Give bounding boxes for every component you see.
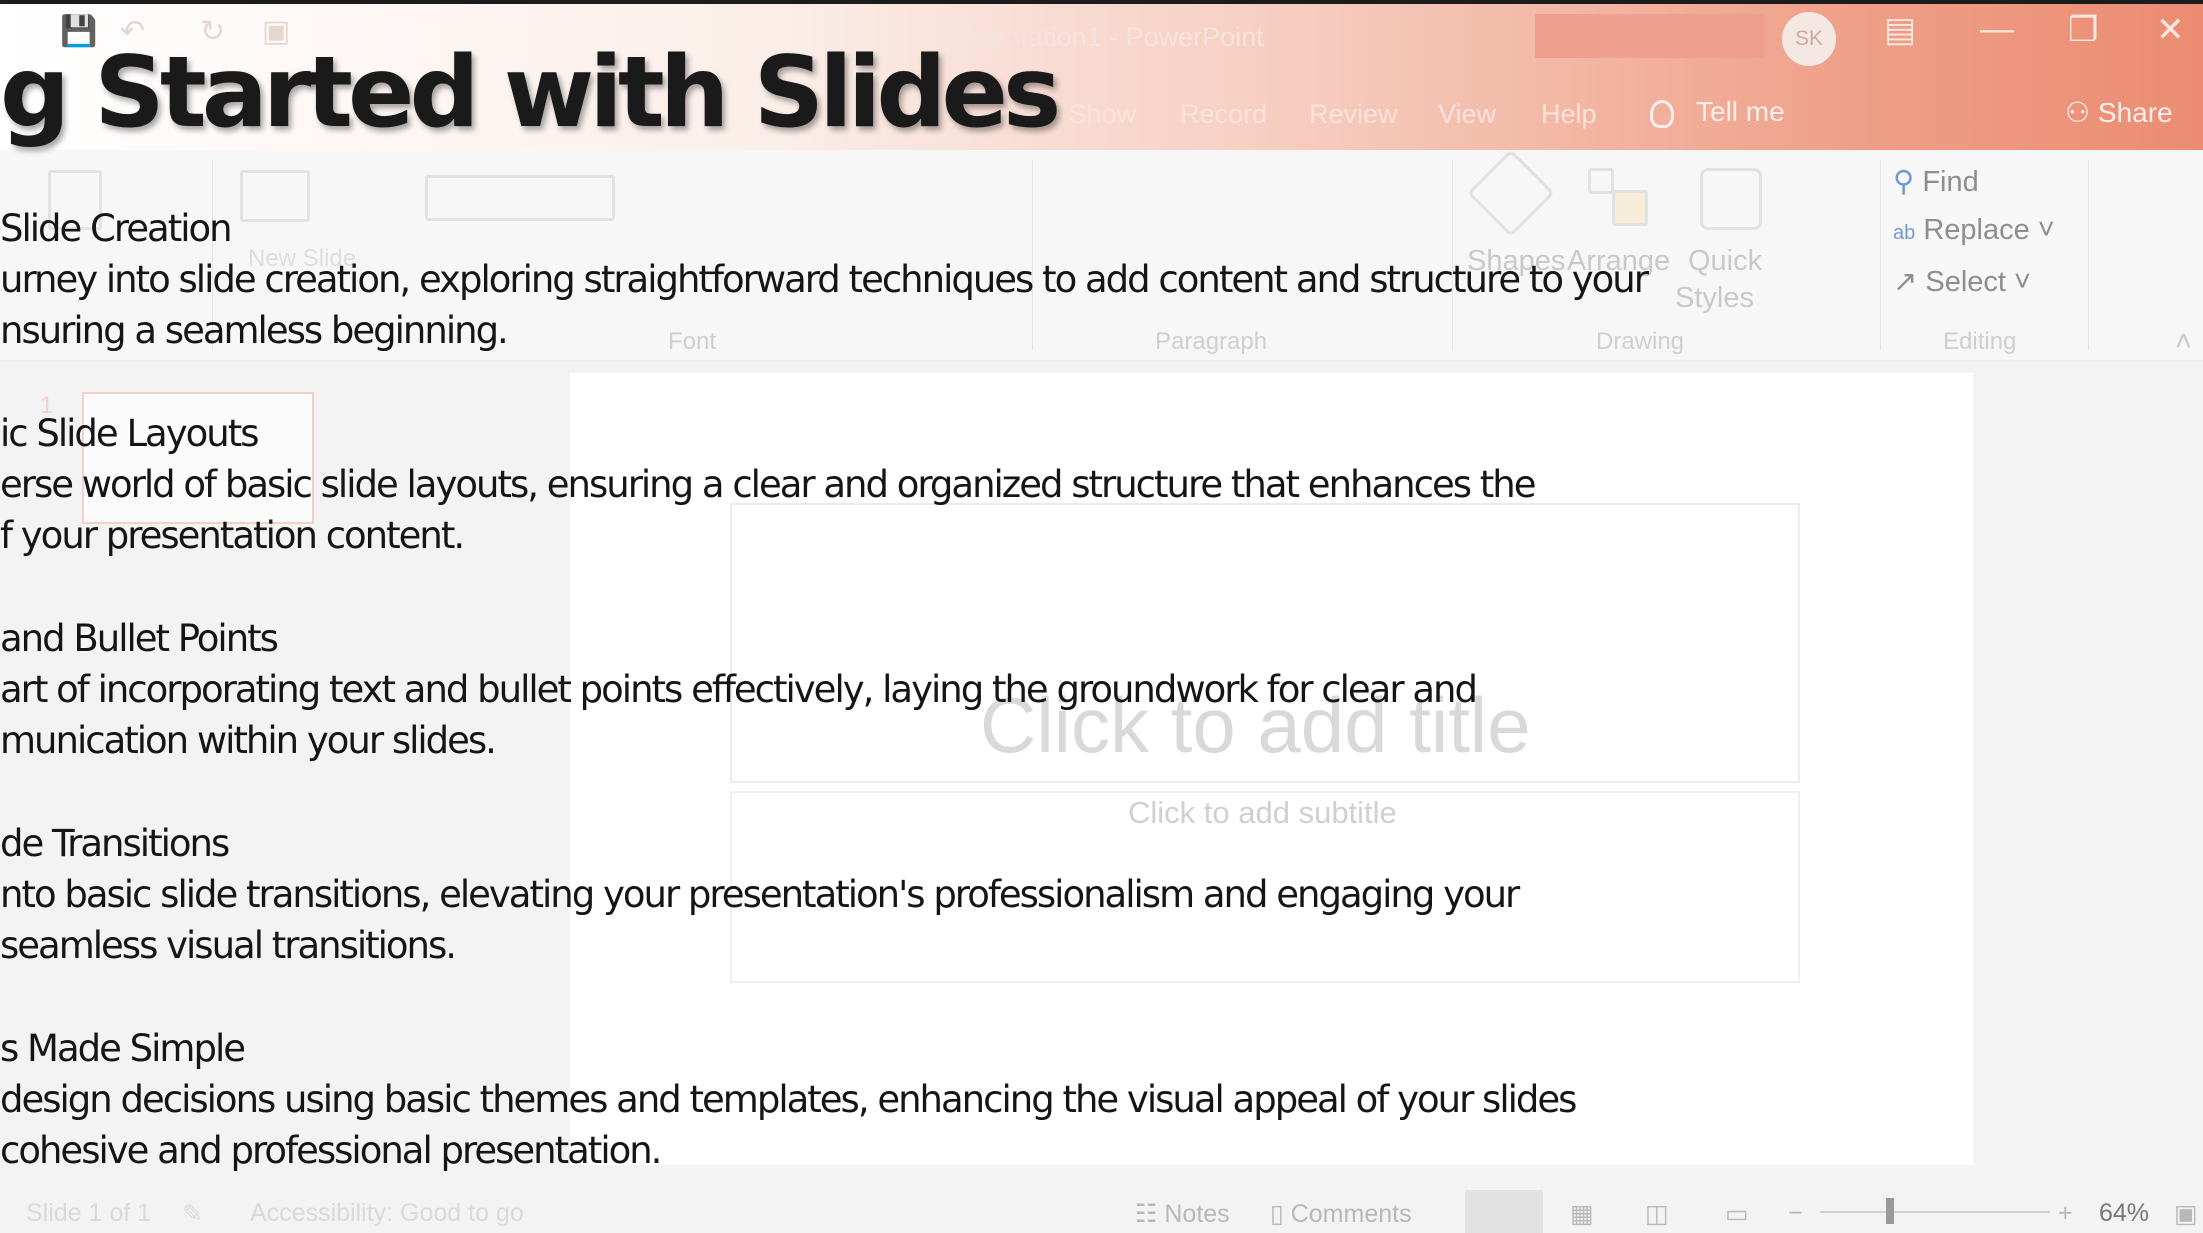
section-themes: s Made Simple design decisions using bas… [0, 1023, 1577, 1176]
section-text: nsuring a seamless beginning. [0, 309, 509, 352]
section-slide-transitions: de Transitions nto basic slide transitio… [0, 818, 1520, 971]
lightbulb-icon [1650, 99, 1674, 128]
cursor-icon: ↗ [1893, 266, 1918, 298]
title-bar-edge [0, 0, 2203, 4]
notes-button[interactable]: ☷ Notes [1135, 1199, 1230, 1229]
share-label: Share [2097, 97, 2173, 128]
quick-styles-label-2[interactable]: Styles [1675, 282, 1754, 315]
person-icon: ⚇ [2065, 97, 2091, 128]
slide-sorter-icon[interactable]: ▦ [1570, 1199, 1594, 1229]
replace-button[interactable]: ab Replace ˅ [1893, 214, 2055, 247]
select-label: Select [1925, 266, 2006, 298]
normal-view-button[interactable] [1465, 1190, 1543, 1233]
chevron-down-icon: ˅ [2014, 266, 2031, 298]
restore-icon[interactable]: ❐ [2068, 10, 2098, 50]
section-text: f your presentation content. [0, 514, 465, 557]
close-icon[interactable]: ✕ [2156, 10, 2185, 50]
tab-review[interactable]: Review [1309, 99, 1398, 130]
accessibility-status[interactable]: Accessibility: Good to go [250, 1199, 524, 1228]
avatar[interactable]: SK [1782, 12, 1836, 66]
section-text: erse world of basic slide layouts, ensur… [0, 463, 1536, 506]
section-bullet-points: and Bullet Points art of incorporating t… [0, 613, 1478, 766]
tell-me-search[interactable]: Tell me [1650, 96, 1785, 128]
notes-label: Notes [1164, 1200, 1230, 1228]
spell-check-icon[interactable]: ✎ [182, 1199, 203, 1229]
tab-view[interactable]: View [1438, 99, 1496, 130]
zoom-level[interactable]: 64% [2099, 1199, 2149, 1228]
find-label: Find [1922, 166, 1979, 198]
comments-button[interactable]: ▯ Comments [1270, 1199, 1412, 1229]
section-text: urney into slide creation, exploring str… [0, 258, 1649, 301]
section-text: seamless visual transitions. [0, 924, 457, 967]
select-button[interactable]: ↗ Select ˅ [1893, 264, 2031, 299]
section-heading: and Bullet Points [0, 617, 279, 660]
group-label-editing: Editing [1943, 328, 2017, 355]
tab-record[interactable]: Record [1180, 99, 1267, 130]
zoom-out-icon[interactable]: − [1788, 1199, 1803, 1228]
quick-styles-icon [1700, 168, 1762, 230]
section-heading: s Made Simple [0, 1027, 246, 1070]
zoom-slider-thumb[interactable] [1886, 1198, 1894, 1224]
slide-count: Slide 1 of 1 [26, 1199, 152, 1227]
section-text: art of incorporating text and bullet poi… [0, 668, 1478, 711]
notes-icon: ☷ [1135, 1200, 1158, 1228]
share-button[interactable]: ⚇ Share [2065, 96, 2173, 129]
minimize-icon[interactable]: — [1980, 10, 2014, 49]
section-heading: ic Slide Layouts [0, 412, 260, 455]
fit-to-window-icon[interactable]: ▣ [2174, 1199, 2198, 1229]
comments-label: Comments [1290, 1200, 1412, 1228]
quick-styles-label-1[interactable]: Quick [1688, 245, 1762, 278]
presenter-view-icon[interactable]: ▭ [1725, 1199, 1749, 1229]
comment-icon: ▯ [1270, 1200, 1284, 1228]
section-text: munication within your slides. [0, 719, 497, 762]
ribbon-separator [2088, 160, 2089, 350]
section-heading: Slide Creation [0, 207, 233, 250]
find-button[interactable]: ⚲ Find [1893, 164, 1979, 199]
reading-view-icon[interactable]: ◫ [1645, 1199, 1669, 1229]
tab-help[interactable]: Help [1541, 99, 1597, 130]
section-text: nto basic slide transitions, elevating y… [0, 873, 1520, 916]
replace-icon: ab [1893, 222, 1916, 244]
section-heading: de Transitions [0, 822, 230, 865]
magnifier-icon: ⚲ [1893, 166, 1915, 198]
search-box[interactable] [1535, 14, 1765, 58]
section-text: cohesive and professional presentation. [0, 1129, 662, 1172]
ribbon-display-icon[interactable]: ▤ [1884, 10, 1916, 50]
overlay-title: g Started with Slides [0, 36, 1061, 150]
tell-me-label: Tell me [1696, 96, 1785, 127]
chevron-down-icon: ˅ [2037, 214, 2055, 246]
section-slide-layouts: ic Slide Layouts erse world of basic sli… [0, 408, 1536, 561]
arrange-icon [1588, 168, 1614, 194]
replace-label: Replace [1923, 214, 2030, 246]
collapse-ribbon-icon[interactable]: ˄ [2175, 326, 2192, 359]
ribbon-separator [1880, 160, 1881, 350]
section-text: design decisions using basic themes and … [0, 1078, 1577, 1121]
section-slide-creation: Slide Creation urney into slide creation… [0, 203, 1649, 356]
zoom-in-icon[interactable]: + [2058, 1199, 2073, 1228]
zoom-slider[interactable] [1820, 1211, 2050, 1213]
